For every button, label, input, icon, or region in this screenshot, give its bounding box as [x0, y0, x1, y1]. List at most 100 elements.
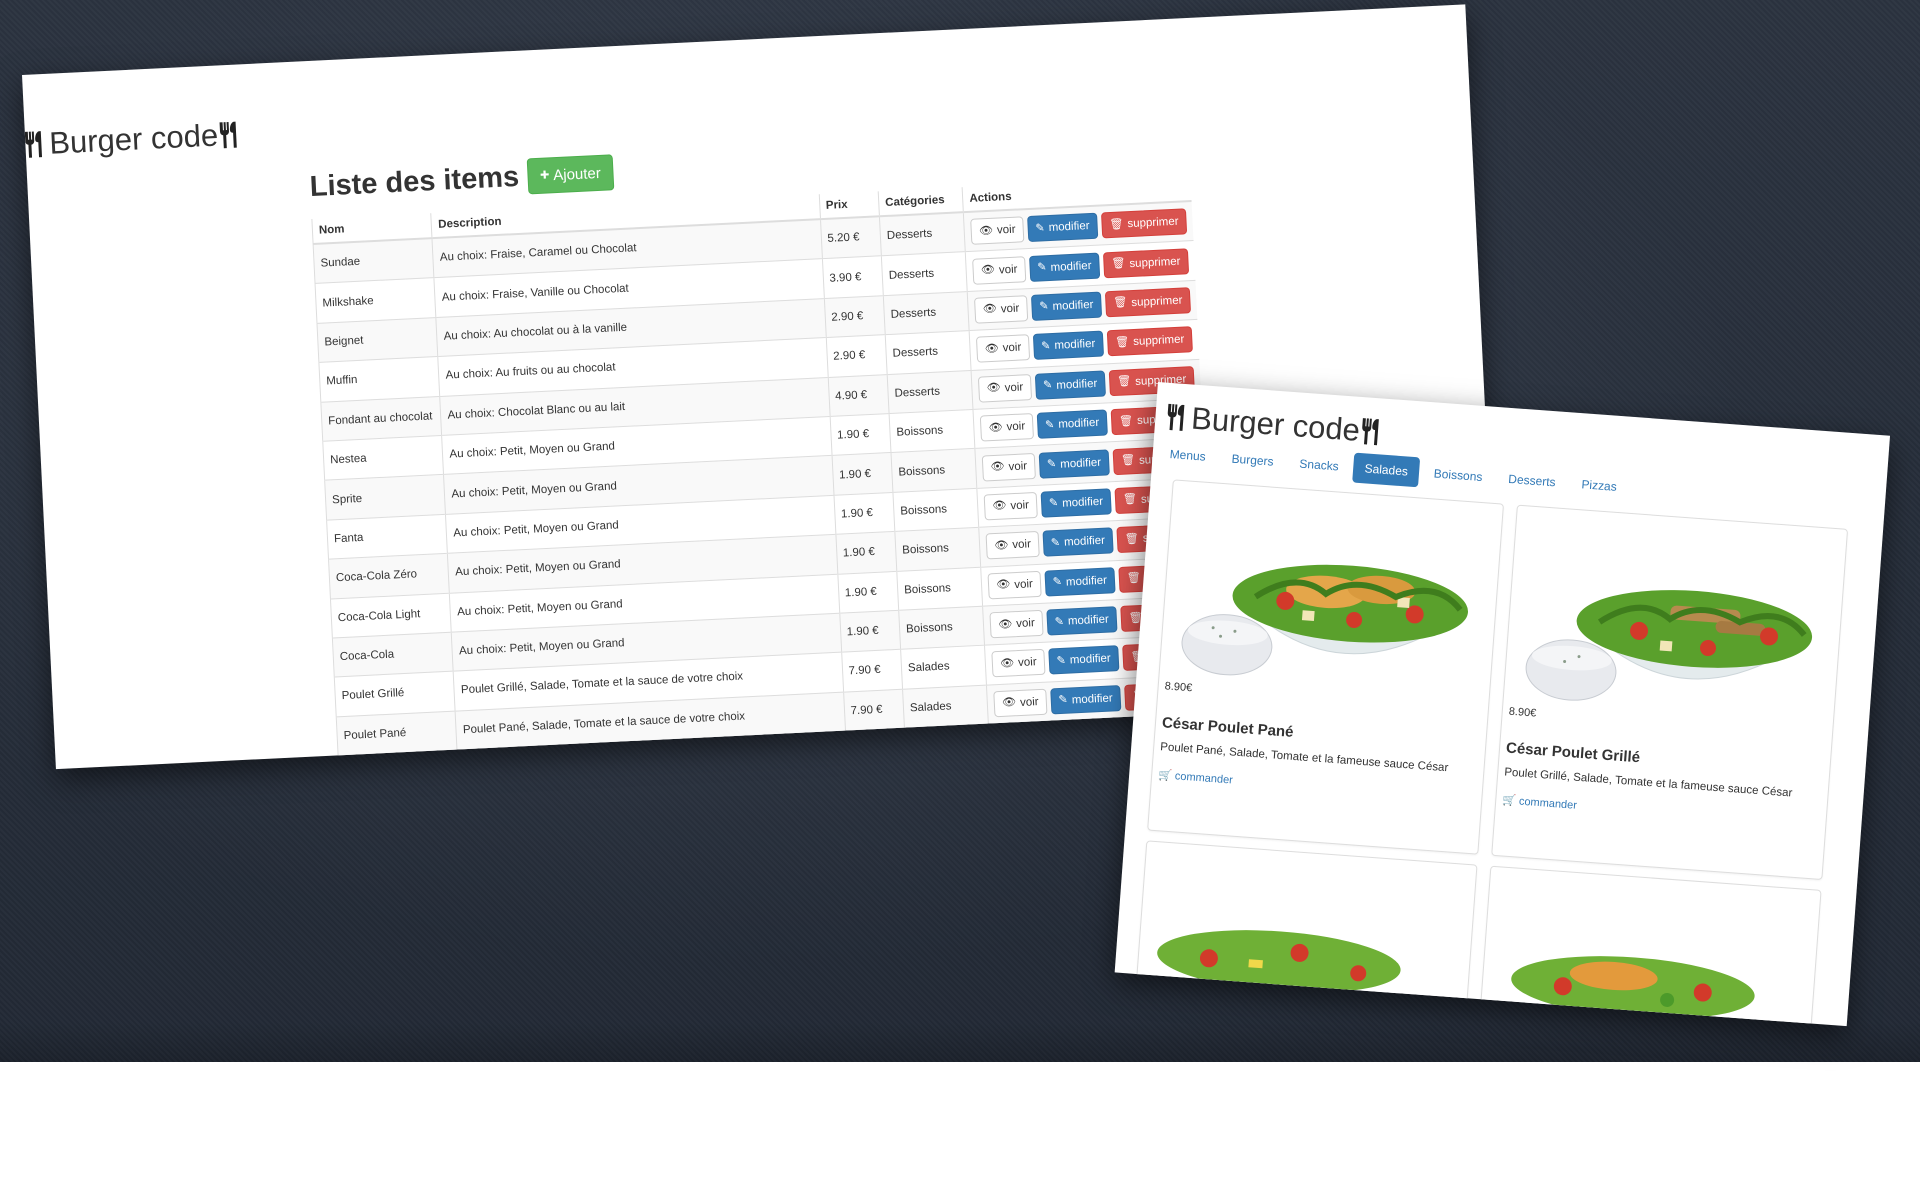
view-label: voir	[998, 263, 1018, 277]
item-price: 2.90 €	[823, 295, 886, 338]
eye-icon: 👁	[982, 303, 998, 316]
edit-button[interactable]: ✎modifier	[1032, 330, 1104, 361]
brand-logo[interactable]: Burger code	[23, 116, 245, 163]
product-card[interactable]	[1475, 865, 1822, 1027]
view-label: voir	[1019, 695, 1039, 709]
item-category: Boissons	[896, 566, 983, 611]
cutlery-icon	[24, 131, 43, 158]
delete-button[interactable]: 🗑supprimer	[1106, 326, 1193, 357]
view-button[interactable]: 👁voir	[985, 531, 1040, 560]
trash-icon: 🗑	[1122, 493, 1138, 507]
delete-button[interactable]: 🗑supprimer	[1100, 208, 1188, 239]
item-category: Desserts	[879, 212, 966, 257]
view-button[interactable]: 👁voir	[993, 688, 1048, 718]
delete-label: supprimer	[1131, 294, 1183, 310]
cutlery-icon	[1167, 403, 1185, 431]
product-card[interactable]: 8.90€ César Poulet Grillé Poulet Grillé,…	[1491, 504, 1849, 880]
edit-label: modifier	[1063, 534, 1106, 549]
view-button[interactable]: 👁voir	[981, 452, 1036, 482]
eye-icon: 👁	[990, 460, 1005, 474]
edit-button[interactable]: ✎modifier	[1034, 370, 1106, 400]
item-name: Fondant au chocolat	[320, 396, 443, 442]
edit-button[interactable]: ✎modifier	[1030, 291, 1103, 321]
view-button[interactable]: 👁voir	[989, 609, 1044, 639]
item-name: Nestea	[322, 435, 444, 481]
view-label: voir	[1015, 617, 1036, 631]
pencil-icon: ✎	[1039, 300, 1049, 314]
edit-button[interactable]: ✎modifier	[1040, 488, 1112, 518]
item-name: Sundae	[313, 238, 435, 284]
cutlery-icon	[219, 121, 237, 149]
item-price: 7.90 €	[841, 649, 903, 692]
pencil-icon: ✎	[1042, 379, 1053, 392]
order-link[interactable]: 🛒 commander	[1158, 768, 1234, 786]
view-button[interactable]: 👁voir	[970, 216, 1025, 245]
order-link[interactable]: 🛒 commander	[1502, 793, 1578, 811]
eye-icon: 👁	[986, 381, 1001, 395]
view-label: voir	[1000, 302, 1020, 316]
item-category: Boissons	[898, 606, 985, 650]
trash-icon: 🗑	[1126, 572, 1142, 585]
edit-label: modifier	[1069, 653, 1112, 667]
edit-button[interactable]: ✎modifier	[1044, 566, 1116, 597]
view-label: voir	[1017, 656, 1037, 670]
edit-button[interactable]: ✎modifier	[1049, 684, 1122, 715]
edit-button[interactable]: ✎modifier	[1026, 212, 1099, 243]
view-label: voir	[1006, 420, 1026, 434]
view-label: voir	[1010, 499, 1030, 513]
delete-label: supprimer	[1129, 255, 1181, 270]
view-label: voir	[1014, 577, 1034, 591]
order-label: commander	[1518, 795, 1578, 812]
item-price: 3.90 €	[821, 256, 884, 299]
edit-label: modifier	[1059, 456, 1102, 471]
view-button[interactable]: 👁voir	[972, 255, 1027, 285]
plus-icon: ✚	[539, 168, 550, 182]
nav-tab-desserts[interactable]: Desserts	[1496, 463, 1567, 498]
item-category: Boissons	[889, 409, 976, 453]
eye-icon: 👁	[1001, 696, 1017, 710]
nav-tab-burgers[interactable]: Burgers	[1220, 443, 1286, 478]
view-button[interactable]: 👁voir	[978, 373, 1032, 403]
edit-button[interactable]: ✎modifier	[1042, 527, 1114, 557]
pencil-icon: ✎	[1052, 576, 1063, 589]
eye-icon: 👁	[997, 617, 1013, 631]
view-button[interactable]: 👁voir	[980, 413, 1034, 442]
item-category: Desserts	[881, 252, 968, 296]
eye-icon: 👁	[992, 499, 1007, 513]
eye-icon: 👁	[999, 657, 1015, 670]
item-category: Boissons	[890, 448, 978, 493]
trash-icon: 🗑	[1116, 375, 1132, 389]
delete-button[interactable]: 🗑supprimer	[1102, 247, 1190, 278]
trash-icon: 🗑	[1124, 532, 1140, 546]
edit-button[interactable]: ✎modifier	[1036, 409, 1108, 439]
nav-tab-snacks[interactable]: Snacks	[1287, 448, 1350, 482]
nav-tab-boissons[interactable]: Boissons	[1422, 458, 1495, 493]
view-button[interactable]: 👁voir	[974, 295, 1028, 324]
product-card[interactable]: 8.90€ César Poulet Pané Poulet Pané, Sal…	[1147, 479, 1505, 855]
trash-icon: 🗑	[1113, 296, 1128, 310]
item-category: Desserts	[883, 291, 970, 335]
item-price: 7.90 €	[843, 688, 905, 732]
view-button[interactable]: 👁voir	[987, 570, 1042, 600]
item-name: Poulet Pané	[336, 710, 458, 756]
nav-tab-menus[interactable]: Menus	[1158, 438, 1218, 472]
nav-tab-pizzas[interactable]: Pizzas	[1569, 469, 1628, 503]
view-button[interactable]: 👁voir	[991, 649, 1046, 678]
product-image: 8.90€	[1502, 506, 1847, 742]
add-item-label: Ajouter	[552, 164, 602, 184]
pencil-icon: ✎	[1054, 615, 1065, 628]
edit-button[interactable]: ✎modifier	[1046, 606, 1118, 636]
item-name: Poulet Grillé	[334, 671, 456, 717]
nav-tab-salades[interactable]: Salades	[1352, 452, 1420, 488]
edit-button[interactable]: ✎modifier	[1028, 252, 1101, 282]
add-item-button[interactable]: ✚ Ajouter	[526, 154, 615, 195]
delete-button[interactable]: 🗑supprimer	[1104, 287, 1192, 318]
edit-label: modifier	[1050, 259, 1092, 274]
edit-button[interactable]: ✎modifier	[1038, 448, 1110, 479]
item-name: Coca-Cola	[332, 632, 454, 678]
cart-icon: 🛒	[1157, 769, 1173, 783]
edit-button[interactable]: ✎modifier	[1048, 645, 1120, 676]
view-button[interactable]: 👁voir	[983, 491, 1038, 521]
edit-label: modifier	[1071, 692, 1113, 707]
view-button[interactable]: 👁voir	[976, 334, 1030, 364]
